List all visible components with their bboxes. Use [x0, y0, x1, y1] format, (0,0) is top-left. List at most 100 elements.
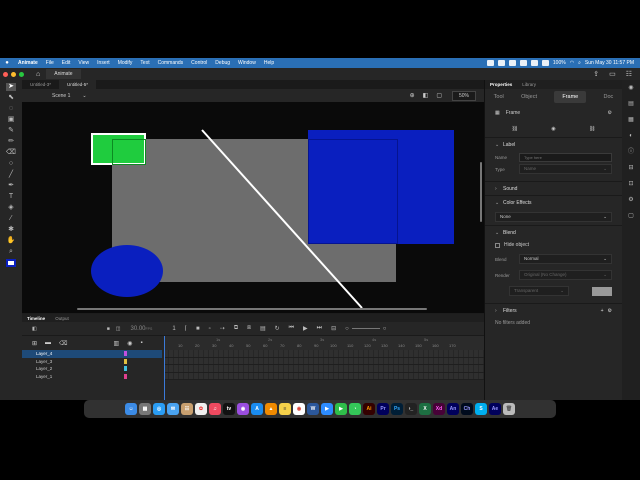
vertical-scrollbar[interactable] [480, 162, 482, 222]
transform-icon[interactable]: ⊡ [622, 176, 640, 192]
eraser-tool-icon[interactable]: ⌫ [6, 149, 16, 157]
link-icon[interactable]: ⛓ [512, 126, 518, 132]
camera-icon[interactable]: ■ [107, 326, 110, 332]
menu-view[interactable]: View [74, 60, 93, 66]
app-store-icon[interactable]: A [251, 403, 263, 415]
tab-output[interactable]: Output [50, 314, 74, 322]
maximize-window-button[interactable] [19, 71, 24, 77]
home-icon[interactable]: ⌂ [36, 71, 40, 78]
illustrator-icon[interactable]: Ai [363, 403, 375, 415]
menu-control[interactable]: Control [187, 60, 211, 66]
apple-icon[interactable]: ● [0, 60, 14, 66]
free-transform-icon[interactable]: ▣ [6, 116, 16, 124]
frame-row[interactable] [164, 365, 484, 373]
subselection-tool-icon[interactable]: ⬉ [6, 94, 16, 102]
vlc-icon[interactable]: ▲ [265, 403, 277, 415]
layout-icon[interactable]: ☷ [626, 70, 632, 78]
search-icon[interactable]: ⌕ [578, 60, 581, 66]
step-back-icon[interactable]: ⏮ [289, 325, 294, 332]
music-icon[interactable]: ♫ [209, 403, 221, 415]
doc-tab-active[interactable]: Untitled-5* [59, 80, 97, 89]
minimize-window-button[interactable] [11, 71, 16, 77]
wifi-icon[interactable]: ◠ [570, 60, 574, 66]
character-animator-icon[interactable]: Ch [461, 403, 473, 415]
chevron-down-icon[interactable]: ⌄ [495, 230, 503, 236]
white-diagonal-line[interactable] [201, 129, 363, 309]
lock-icon[interactable]: ▪ [140, 340, 142, 346]
tab-properties[interactable]: Properties [485, 80, 517, 89]
contacts-icon[interactable]: ☷ [181, 403, 193, 415]
photos-icon[interactable]: ✿ [195, 403, 207, 415]
status-icon[interactable] [541, 60, 549, 66]
oval-tool-icon[interactable]: ○ [6, 160, 16, 168]
layer-color-swatch[interactable] [124, 373, 127, 379]
menu-edit[interactable]: Edit [58, 60, 75, 66]
color-effects-section[interactable]: ⌄ Color Effects [485, 195, 622, 209]
doc-tab[interactable]: Untitled-3* [22, 80, 59, 89]
filters-section[interactable]: › Filters + ⚙ [485, 303, 622, 317]
tab-library[interactable]: Library [517, 80, 541, 89]
photoshop-icon[interactable]: Ps [391, 403, 403, 415]
app-tab[interactable]: Animate [46, 69, 81, 79]
animate-icon[interactable]: An [447, 403, 459, 415]
after-effects-icon[interactable]: Ae [489, 403, 501, 415]
chevron-right-icon[interactable]: › [495, 308, 503, 314]
layer-row[interactable]: Layer_1 [22, 373, 162, 381]
layer-name[interactable]: Layer_1 [36, 374, 52, 379]
layer-depth-icon[interactable]: ◫ [116, 326, 121, 332]
eye-icon[interactable]: ◉ [127, 340, 132, 347]
terminal-icon[interactable]: ›_ [405, 403, 417, 415]
sound-section[interactable]: › Sound [485, 181, 622, 195]
current-frame[interactable]: 1 [172, 326, 175, 332]
hide-object-checkbox[interactable] [495, 242, 500, 248]
stage-area[interactable] [22, 102, 484, 313]
view-icon[interactable]: ◉ [551, 126, 555, 132]
timeline-zoom-slider[interactable] [351, 328, 380, 329]
loop-icon[interactable]: ↻ [275, 325, 280, 332]
zoom-tool-icon[interactable]: ⌕ [6, 248, 16, 256]
layer-color-swatch[interactable] [124, 366, 127, 372]
edit-symbol-icon[interactable]: ▢ [436, 92, 442, 99]
layer-color-swatch[interactable] [124, 358, 127, 364]
layer-row[interactable]: Layer_4 [22, 350, 162, 358]
facetime-icon[interactable]: ▶ [335, 403, 347, 415]
hand-tool-icon[interactable]: ✋ [6, 237, 16, 245]
onion-outline-icon[interactable]: ⧈ [247, 325, 251, 332]
datetime[interactable]: Sun May 30 11:57 PM [585, 60, 634, 66]
lasso-tool-icon[interactable]: ◌ [6, 105, 16, 113]
transparent-select[interactable]: Transparent ⌄ [509, 286, 569, 296]
render-select[interactable]: Original (No Change) ⌄ [519, 270, 612, 280]
clip-icon[interactable]: ◧ [423, 92, 429, 99]
menu-file[interactable]: File [42, 60, 58, 66]
color-effect-select[interactable]: None ⌄ [495, 212, 612, 222]
zoom-icon[interactable]: ▶ [321, 403, 333, 415]
chevron-down-icon[interactable]: ⌄ [495, 142, 503, 148]
status-icon[interactable] [497, 60, 505, 66]
premiere-icon[interactable]: Pr [377, 403, 389, 415]
layers-icon[interactable]: ◧ [32, 326, 37, 332]
subtab-object[interactable]: Object [521, 94, 537, 100]
menu-debug[interactable]: Debug [211, 60, 234, 66]
layer-name[interactable]: Layer_3 [36, 359, 52, 364]
layer-row[interactable]: Layer_3 [22, 358, 162, 366]
tv-icon[interactable]: tv [223, 403, 235, 415]
line-tool-icon[interactable]: ╱ [6, 171, 16, 179]
launchpad-icon[interactable]: ▦ [139, 403, 151, 415]
library-icon[interactable]: ▦ [622, 112, 640, 128]
chevron-down-icon[interactable]: ⌄ [82, 93, 86, 99]
new-folder-icon[interactable]: ▬ [45, 340, 51, 346]
background-color-swatch[interactable] [592, 286, 612, 296]
status-icon[interactable] [508, 60, 516, 66]
frame-ruler[interactable]: 1s 2s 3s 4s 5s 10 20 30 40 50 60 70 80 9… [164, 336, 484, 350]
brush-tool-icon[interactable]: ✎ [6, 127, 16, 135]
zoom-field[interactable]: 50% [451, 90, 476, 101]
menu-app-name[interactable]: Animate [14, 60, 42, 66]
step-forward-icon[interactable]: ⏭ [317, 325, 322, 332]
scene-selector[interactable]: Scene 1 [52, 93, 70, 99]
screen-icon[interactable]: ▭ [609, 70, 616, 78]
close-window-button[interactable] [3, 71, 8, 77]
messages-icon[interactable]: ◔ [349, 403, 361, 415]
center-frame-icon[interactable]: ⊟ [331, 325, 336, 332]
center-stage-icon[interactable]: ⊕ [410, 92, 415, 99]
mail-icon[interactable]: ✉ [167, 403, 179, 415]
